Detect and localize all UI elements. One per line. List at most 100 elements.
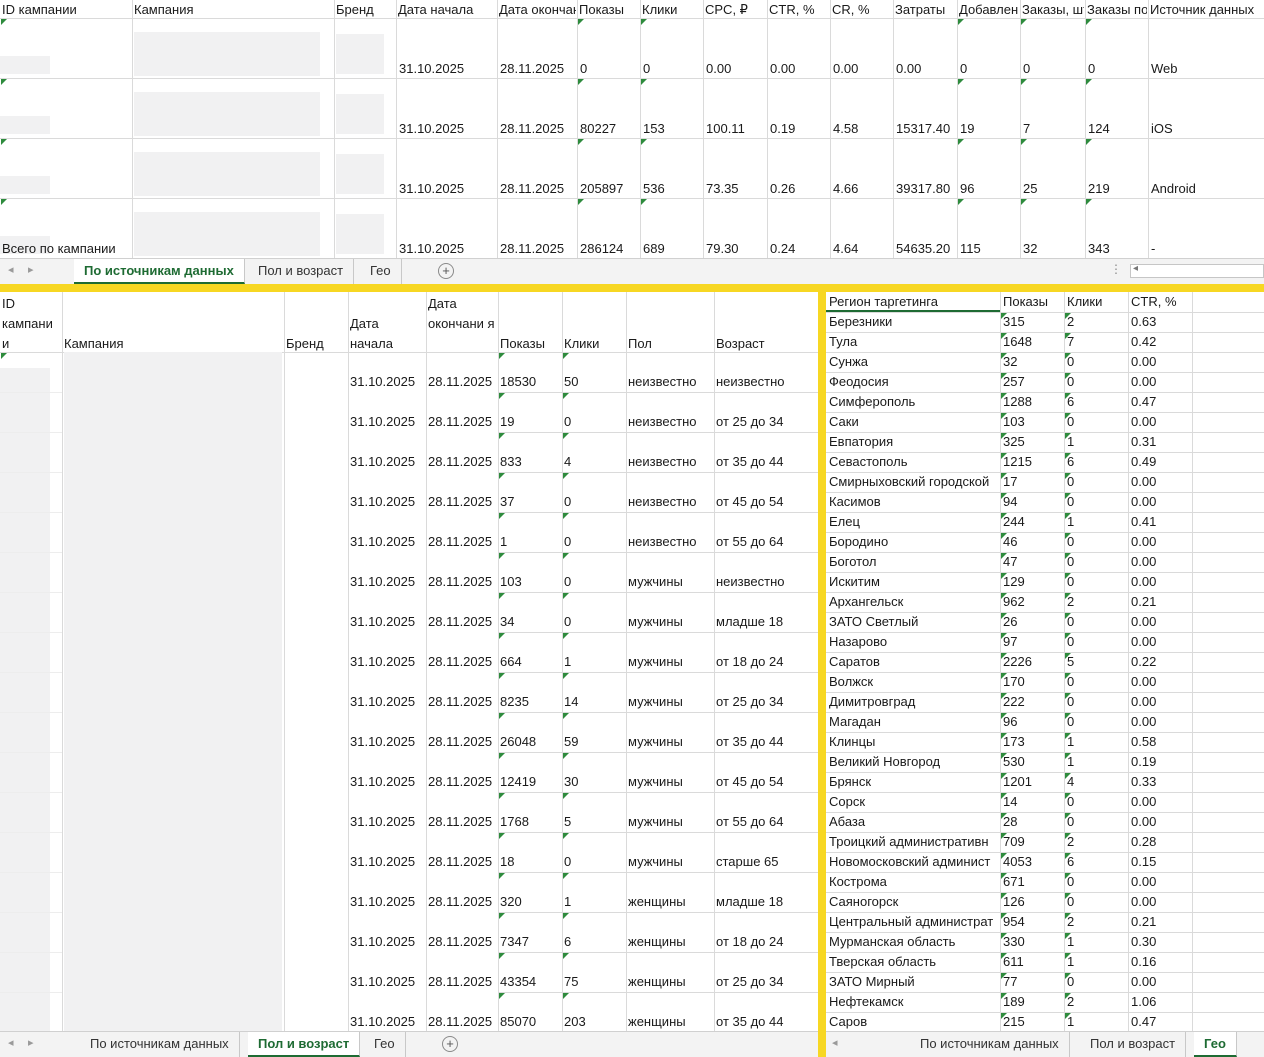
geo-data-cell[interactable]: 97 (1003, 634, 1063, 650)
top-data-cell-orders2[interactable]: 343 (1088, 241, 1147, 257)
add-sheet-icon[interactable]: + (438, 263, 454, 279)
geo-data-cell[interactable]: 96 (1003, 714, 1063, 730)
mid-data-cell-age[interactable]: неизвестно (716, 374, 817, 390)
mid-data-cell-shows[interactable]: 1768 (500, 814, 561, 830)
mid-data-cell-sex[interactable]: женщины (628, 894, 713, 910)
mid-data-cell-age[interactable]: от 35 до 44 (716, 1014, 817, 1030)
top-data-cell-cpc[interactable]: 0.00 (706, 61, 766, 77)
geo-data-cell[interactable]: 6 (1067, 854, 1127, 870)
geo-region-cell[interactable]: Искитим (829, 574, 999, 590)
mid-data-cell-sex[interactable]: мужчины (628, 854, 713, 870)
geo-region-cell[interactable]: Брянск (829, 774, 999, 790)
geo-data-cell[interactable]: 1648 (1003, 334, 1063, 350)
top-header-cell[interactable]: CTR, % (769, 2, 829, 18)
mid-data-cell-start[interactable]: 31.10.2025 (350, 894, 425, 910)
top-header-cell[interactable]: Добавления (959, 2, 1019, 18)
geo-data-cell[interactable]: 14 (1003, 794, 1063, 810)
geo-data-cell[interactable]: 103 (1003, 414, 1063, 430)
top-header-cell[interactable]: CR, % (832, 2, 892, 18)
mid-data-cell-end[interactable]: 28.11.2025 (428, 574, 497, 590)
top-id-cell[interactable]: Всего по кампании (2, 241, 130, 257)
mid-data-cell-end[interactable]: 28.11.2025 (428, 454, 497, 470)
mid-data-cell-end[interactable]: 28.11.2025 (428, 1014, 497, 1030)
geo-data-cell[interactable]: 0 (1067, 554, 1127, 570)
top-header-cell[interactable]: Бренд (336, 2, 395, 18)
mid-data-cell-sex[interactable]: неизвестно (628, 454, 713, 470)
top-data-cell-cr[interactable]: 4.66 (833, 181, 892, 197)
mid-data-cell-clicks[interactable]: 0 (564, 614, 625, 630)
mid-header-campaign[interactable]: Кампания (64, 334, 282, 354)
mid-data-cell-shows[interactable]: 1 (500, 534, 561, 550)
more-dots-icon[interactable]: ⋮ (1110, 262, 1123, 276)
mid-header-id[interactable]: ID кампани и (2, 294, 60, 354)
geo-data-cell[interactable]: 0.00 (1131, 614, 1191, 630)
geo-header-cell[interactable]: CTR, % (1131, 294, 1191, 310)
top-data-cell-adds[interactable]: 19 (960, 121, 1019, 137)
top-header-cell[interactable]: CPC, ₽ (705, 2, 766, 18)
mid-data-cell-age[interactable]: неизвестно (716, 574, 817, 590)
geo-data-cell[interactable]: 4 (1067, 774, 1127, 790)
geo-data-cell[interactable]: 0 (1067, 694, 1127, 710)
geo-data-cell[interactable]: 1 (1067, 514, 1127, 530)
top-data-cell-shows[interactable]: 0 (580, 61, 639, 77)
geo-data-cell[interactable]: 46 (1003, 534, 1063, 550)
top-data-cell-orders[interactable]: 32 (1023, 241, 1084, 257)
mid-data-cell-end[interactable]: 28.11.2025 (428, 854, 497, 870)
geo-data-cell[interactable]: 1.06 (1131, 994, 1191, 1010)
geo-data-cell[interactable]: 0 (1067, 714, 1127, 730)
top-data-cell-source[interactable]: iOS (1151, 121, 1263, 137)
geo-data-cell[interactable]: 28 (1003, 814, 1063, 830)
geo-data-cell[interactable]: 0.42 (1131, 334, 1191, 350)
top-header-cell[interactable]: Затраты (895, 2, 956, 18)
top-data-cell-end[interactable]: 28.11.2025 (500, 121, 576, 137)
geo-data-cell[interactable]: 1 (1067, 754, 1127, 770)
geo-data-cell[interactable]: 330 (1003, 934, 1063, 950)
mid-data-cell-sex[interactable]: мужчины (628, 814, 713, 830)
mid-data-cell-sex[interactable]: мужчины (628, 574, 713, 590)
mid-data-cell-age[interactable]: от 55 до 64 (716, 534, 817, 550)
mid-data-cell-age[interactable]: от 25 до 34 (716, 414, 817, 430)
geo-region-cell[interactable]: Сунжа (829, 354, 999, 370)
geo-data-cell[interactable]: 0.00 (1131, 814, 1191, 830)
top-data-cell-start[interactable]: 31.10.2025 (399, 181, 496, 197)
mid-data-cell-end[interactable]: 28.11.2025 (428, 814, 497, 830)
mid-data-cell-clicks[interactable]: 203 (564, 1014, 625, 1030)
top-header-cell[interactable]: Заказы, шт (1022, 2, 1084, 18)
mid-data-cell-clicks[interactable]: 50 (564, 374, 625, 390)
geo-data-cell[interactable]: 26 (1003, 614, 1063, 630)
geo-region-cell[interactable]: ЗАТО Мирный (829, 974, 999, 990)
geo-region-cell[interactable]: Великий Новгород (829, 754, 999, 770)
geo-data-cell[interactable]: 0.49 (1131, 454, 1191, 470)
geo-data-cell[interactable]: 7 (1067, 334, 1127, 350)
mid-data-cell-sex[interactable]: мужчины (628, 774, 713, 790)
mid-data-cell-end[interactable]: 28.11.2025 (428, 534, 497, 550)
geo-data-cell[interactable]: 709 (1003, 834, 1063, 850)
mid-data-cell-age[interactable]: от 35 до 44 (716, 454, 817, 470)
geo-region-cell[interactable]: Касимов (829, 494, 999, 510)
geo-region-cell[interactable]: Димитровград (829, 694, 999, 710)
mid-data-cell-sex[interactable]: неизвестно (628, 494, 713, 510)
scroll-left-icon[interactable]: ◂ (1133, 263, 1138, 274)
geo-data-cell[interactable]: 0.22 (1131, 654, 1191, 670)
mid-data-cell-shows[interactable]: 85070 (500, 1014, 561, 1030)
mid-data-cell-shows[interactable]: 7347 (500, 934, 561, 950)
mid-data-cell-age[interactable]: младше 18 (716, 894, 817, 910)
geo-data-cell[interactable]: 0 (1067, 874, 1127, 890)
geo-data-cell[interactable]: 32 (1003, 354, 1063, 370)
top-header-cell[interactable]: Кампания (134, 2, 333, 18)
geo-data-cell[interactable]: 94 (1003, 494, 1063, 510)
geo-region-cell[interactable]: Троицкий административн (829, 834, 999, 850)
geo-data-cell[interactable]: 0 (1067, 894, 1127, 910)
top-data-cell-cpc[interactable]: 79.30 (706, 241, 766, 257)
mid-data-cell-clicks[interactable]: 14 (564, 694, 625, 710)
top-data-cell-adds[interactable]: 96 (960, 181, 1019, 197)
top-tab-sex-age[interactable]: Пол и возраст (248, 259, 355, 284)
mid-tab-geo[interactable]: Гео (364, 1032, 406, 1057)
mid-data-cell-age[interactable]: от 45 до 54 (716, 494, 817, 510)
geo-data-cell[interactable]: 530 (1003, 754, 1063, 770)
top-data-cell-cr[interactable]: 4.64 (833, 241, 892, 257)
geo-region-cell[interactable]: Нефтекамск (829, 994, 999, 1010)
top-data-cell-cr[interactable]: 0.00 (833, 61, 892, 77)
mid-data-cell-shows[interactable]: 18530 (500, 374, 561, 390)
mid-data-cell-sex[interactable]: женщины (628, 974, 713, 990)
